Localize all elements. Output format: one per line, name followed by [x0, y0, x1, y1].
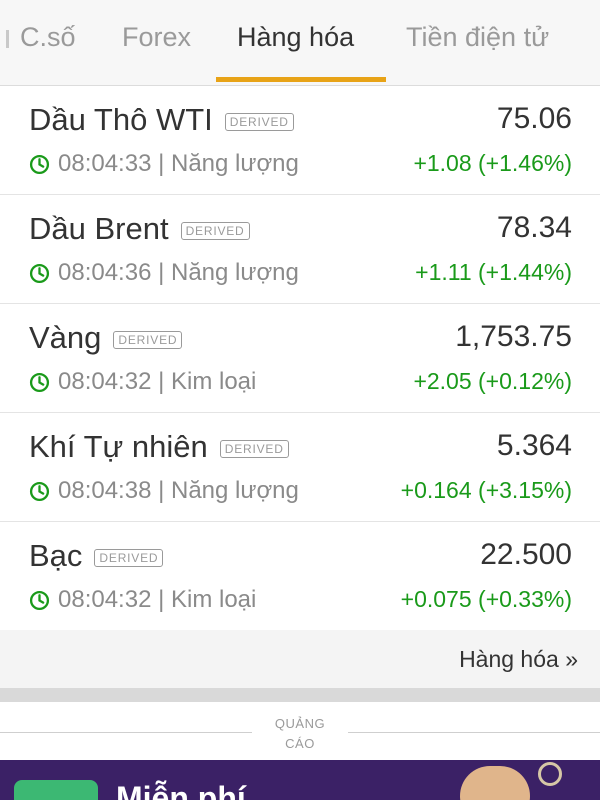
instrument-price: 75.06 [496, 102, 572, 135]
category-tabs: C.số Forex Hàng hóa Tiền điện tử [0, 0, 600, 86]
ad-label: QUẢNG CÁO [260, 714, 340, 754]
meta-separator: | [151, 150, 171, 177]
instrument-category: Năng lượng [171, 259, 299, 286]
ad-banner[interactable]: Miễn phí [0, 760, 600, 800]
price-change: +0.075 (+0.33%) [400, 586, 572, 612]
tab-overflow-mark [6, 30, 9, 48]
update-time: 08:04:38 [58, 477, 152, 504]
instrument-name: Bạc [29, 538, 83, 573]
tab-indices[interactable]: C.số [20, 22, 76, 53]
list-item[interactable]: Khí Tự nhiên DERIVED 5.364 08:04:38 | Nă… [0, 413, 600, 522]
clock-icon [29, 590, 50, 610]
tab-commodities[interactable]: Hàng hóa [237, 22, 354, 53]
list-item[interactable]: Dầu Thô WTI DERIVED 75.06 08:04:33 | Năn… [0, 86, 600, 195]
price-change: +1.08 (+1.46%) [413, 150, 572, 176]
instrument-price: 1,753.75 [455, 320, 572, 353]
tab-crypto[interactable]: Tiền điện tử [406, 22, 549, 53]
meta-separator: | [151, 586, 171, 613]
meta-separator: | [151, 477, 171, 504]
instrument-meta: 08:04:38 | Năng lượng [29, 477, 299, 505]
price-change: +2.05 (+0.12%) [413, 368, 572, 394]
instrument-name-group: Vàng DERIVED [29, 320, 183, 356]
tab-forex[interactable]: Forex [122, 22, 191, 53]
ad-decoration-circle [538, 762, 562, 786]
instrument-price: 22.500 [480, 538, 572, 571]
ad-divider-right [348, 732, 600, 733]
instrument-name: Vàng [29, 320, 102, 355]
clock-icon [29, 154, 50, 174]
instrument-name: Khí Tự nhiên [29, 429, 208, 464]
update-time: 08:04:36 [58, 259, 152, 286]
active-tab-indicator [216, 77, 386, 82]
clock-icon [29, 372, 50, 392]
ad-label-area: QUẢNG CÁO [0, 702, 600, 760]
instrument-meta: 08:04:33 | Năng lượng [29, 150, 299, 178]
ad-person-image [460, 766, 530, 800]
instrument-meta: 08:04:36 | Năng lượng [29, 259, 299, 287]
instrument-meta: 08:04:32 | Kim loại [29, 368, 256, 396]
ad-label-line2: CÁO [285, 736, 315, 751]
update-time: 08:04:33 [58, 150, 152, 177]
instrument-name: Dầu Brent [29, 211, 169, 246]
instrument-price: 78.34 [496, 211, 572, 244]
update-time: 08:04:32 [58, 368, 152, 395]
meta-separator: | [151, 368, 171, 395]
derived-badge: DERIVED [113, 331, 183, 349]
price-change: +1.11 (+1.44%) [415, 259, 572, 285]
list-item[interactable]: Bạc DERIVED 22.500 08:04:32 | Kim loại +… [0, 522, 600, 631]
instrument-name: Dầu Thô WTI [29, 102, 213, 137]
ad-logo [14, 780, 98, 800]
clock-icon [29, 481, 50, 501]
derived-badge: DERIVED [94, 549, 164, 567]
derived-badge: DERIVED [224, 113, 294, 131]
clock-icon [29, 263, 50, 283]
section-divider [0, 688, 600, 702]
instrument-category: Năng lượng [171, 150, 299, 177]
update-time: 08:04:32 [58, 586, 152, 613]
instrument-meta: 08:04:32 | Kim loại [29, 586, 256, 614]
ad-label-line1: QUẢNG [274, 716, 326, 731]
ad-divider-left [0, 732, 252, 733]
price-change: +0.164 (+3.15%) [400, 477, 572, 503]
instrument-category: Kim loại [171, 586, 257, 613]
instrument-category: Năng lượng [171, 477, 299, 504]
instrument-name-group: Bạc DERIVED [29, 538, 164, 574]
instrument-price: 5.364 [496, 429, 572, 462]
instrument-name-group: Dầu Brent DERIVED [29, 211, 250, 247]
meta-separator: | [151, 259, 171, 286]
derived-badge: DERIVED [180, 222, 250, 240]
more-commodities-link[interactable]: Hàng hóa » [459, 646, 578, 673]
ad-headline: Miễn phí [116, 780, 246, 800]
instrument-name-group: Dầu Thô WTI DERIVED [29, 102, 294, 138]
instrument-name-group: Khí Tự nhiên DERIVED [29, 429, 289, 465]
derived-badge: DERIVED [219, 440, 289, 458]
list-item[interactable]: Vàng DERIVED 1,753.75 08:04:32 | Kim loạ… [0, 304, 600, 413]
more-bar: Hàng hóa » [0, 630, 600, 688]
instrument-category: Kim loại [171, 368, 257, 395]
list-item[interactable]: Dầu Brent DERIVED 78.34 08:04:36 | Năng … [0, 195, 600, 304]
